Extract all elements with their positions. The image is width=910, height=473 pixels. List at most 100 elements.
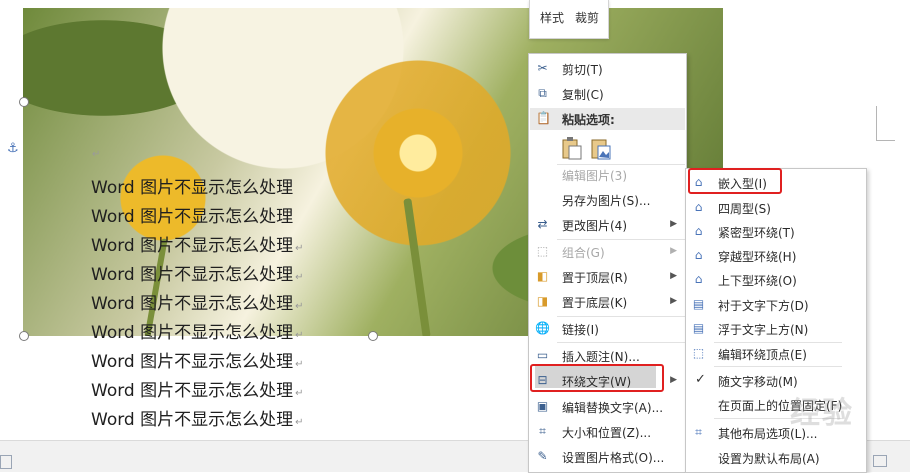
paragraph-mark: ↵ <box>295 417 304 428</box>
menu-item-label: 组合(G) <box>562 246 605 260</box>
menu-item-label: 紧密型环绕(T) <box>718 226 795 240</box>
menu-item-label: 置于底层(K) <box>562 296 628 310</box>
clipboard-icon: 📋 <box>536 111 551 125</box>
menu-item-edit-alt-text[interactable]: ▣ 编辑替换文字(A)... <box>529 395 686 419</box>
text-line: Word 图片不显示怎么处理 <box>91 173 293 198</box>
text-line: Word 图片不显示怎么处理 ↵ <box>91 405 304 430</box>
caption-icon: ▭ <box>536 348 549 362</box>
text-line: Word 图片不显示怎么处理 ↵ <box>91 231 304 256</box>
submenu-item-square[interactable]: ⌂ 四周型(S) <box>686 196 866 220</box>
paragraph-mark: ↵ <box>295 388 304 399</box>
in-front-icon: ▤ <box>692 321 705 335</box>
paste-options-label: 粘贴选项: <box>562 113 615 127</box>
menu-item-send-to-back[interactable]: ◨ 置于底层(K) ▶ <box>529 290 686 314</box>
text-line: Word 图片不显示怎么处理 ↵ <box>91 376 304 401</box>
highlight-box-wrap-text <box>530 364 664 392</box>
menu-item-label: 插入题注(N)... <box>562 350 640 364</box>
resize-handle-bottom-center[interactable] <box>368 331 378 341</box>
line-text: Word 图片不显示怎么处理 <box>91 294 294 314</box>
resize-handle-top-left[interactable] <box>19 97 29 107</box>
bring-front-icon: ◧ <box>536 269 549 283</box>
menu-item-label: 另存为图片(S)... <box>562 194 651 208</box>
text-line: Word 图片不显示怎么处理 ↵ <box>91 318 304 343</box>
highlight-box-inline <box>688 168 782 194</box>
resize-handle-bottom-left[interactable] <box>19 331 29 341</box>
menu-item-copy[interactable]: ⧉ 复制(C) <box>529 82 686 106</box>
menu-item-label: 衬于文字下方(D) <box>718 299 809 313</box>
menu-item-link[interactable]: 🌐 链接(I) <box>529 317 686 341</box>
submenu-arrow-icon: ▶ <box>670 375 677 385</box>
scissors-icon: ✂ <box>537 61 548 75</box>
menu-item-format-picture[interactable]: ✎ 设置图片格式(O)... <box>529 445 686 469</box>
paste-icon <box>562 137 582 160</box>
square-wrap-icon: ⌂ <box>694 200 703 214</box>
alt-text-icon: ▣ <box>536 399 549 413</box>
submenu-arrow-icon: ▶ <box>670 219 677 229</box>
web-layout-icon[interactable] <box>873 455 887 467</box>
line-text: Word 图片不显示怎么处理 <box>91 236 294 256</box>
menu-item-label: 四周型(S) <box>718 202 771 216</box>
menu-item-label: 置于顶层(R) <box>562 271 628 285</box>
change-picture-icon: ⇄ <box>537 217 548 231</box>
menu-item-label: 大小和位置(Z)... <box>562 426 652 440</box>
submenu-item-tight[interactable]: ⌂ 紧密型环绕(T) <box>686 220 866 244</box>
line-text: Word 图片不显示怎么处理 <box>91 381 294 401</box>
submenu-arrow-icon: ▶ <box>670 296 677 306</box>
menu-item-label: 设置图片格式(O)... <box>562 451 665 465</box>
submenu-item-behind-text[interactable]: ▤ 衬于文字下方(D) <box>686 293 866 317</box>
crop-button[interactable]: 裁剪 <box>575 9 599 26</box>
format-picture-icon: ✎ <box>537 449 548 463</box>
text-line: Word 图片不显示怎么处理 <box>91 202 293 227</box>
menu-item-change-picture[interactable]: ⇄ 更改图片(4) ▶ <box>529 213 686 237</box>
text-line: Word 图片不显示怎么处理 ↵ <box>91 260 304 285</box>
line-text: Word 图片不显示怎么处理 <box>91 352 294 372</box>
line-text: Word 图片不显示怎么处理 <box>91 265 294 285</box>
menu-item-cut[interactable]: ✂ 剪切(T) <box>529 57 686 81</box>
submenu-item-edit-wrap-points[interactable]: ⬚ 编辑环绕顶点(E) <box>686 342 866 366</box>
menu-item-label: 穿越型环绕(H) <box>718 250 797 264</box>
submenu-item-set-default[interactable]: 设置为默认布局(A) <box>686 446 866 470</box>
menu-item-label: 链接(I) <box>562 323 599 337</box>
checkmark-icon: ✓ <box>695 372 706 387</box>
menu-item-label: 剪切(T) <box>562 63 603 77</box>
menu-item-label: 上下型环绕(O) <box>718 274 797 288</box>
menu-item-label: 编辑环绕顶点(E) <box>718 348 807 362</box>
menu-item-save-as-picture[interactable]: 另存为图片(S)... <box>529 188 686 212</box>
menu-item-bring-to-front[interactable]: ◧ 置于顶层(R) ▶ <box>529 265 686 289</box>
line-text: Word 图片不显示怎么处理 <box>91 207 294 227</box>
menu-item-label: 更改图片(4) <box>562 219 627 233</box>
submenu-item-in-front[interactable]: ▤ 浮于文字上方(N) <box>686 317 866 341</box>
paragraph-mark: ↵ <box>295 359 304 370</box>
style-button[interactable]: 样式 <box>540 9 564 26</box>
menu-item-label: 设置为默认布局(A) <box>718 452 820 466</box>
menu-item-edit-picture[interactable]: 编辑图片(3) <box>529 163 686 187</box>
image-stem <box>403 198 431 336</box>
tight-wrap-icon: ⌂ <box>694 224 703 238</box>
layout-options-icon: ⌗ <box>695 425 702 439</box>
paste-picture-button[interactable] <box>590 136 612 160</box>
behind-text-icon: ▤ <box>692 297 705 311</box>
paste-keep-format-button[interactable] <box>561 136 583 160</box>
menu-item-label: 随文字移动(M) <box>718 375 798 389</box>
text-line: Word 图片不显示怎么处理 ↵ <box>91 289 304 314</box>
through-wrap-icon: ⌂ <box>694 248 703 262</box>
menu-separator <box>714 366 842 367</box>
paragraph-mark: ↵ <box>295 301 304 312</box>
group-icon: ⬚ <box>536 244 549 258</box>
context-menu: ✂ 剪切(T) ⧉ 复制(C) 📋 粘贴选项: 编辑图片(3) 另存为图片(S)...… <box>528 53 687 473</box>
paragraph-mark: ↵ <box>295 243 304 254</box>
link-icon: 🌐 <box>535 321 550 335</box>
anchor-icon[interactable]: ⚓ <box>7 141 19 156</box>
submenu-item-through[interactable]: ⌂ 穿越型环绕(H) <box>686 244 866 268</box>
line-text: Word 图片不显示怎么处理 <box>91 178 294 198</box>
top-bottom-wrap-icon: ⌂ <box>694 272 703 286</box>
menu-item-size-position[interactable]: ⌗ 大小和位置(Z)... <box>529 420 686 444</box>
margin-corner-mark <box>876 106 895 141</box>
page-view-icon[interactable] <box>0 455 12 469</box>
menu-item-group[interactable]: ⬚ 组合(G) ▶ <box>529 240 686 264</box>
submenu-item-top-bottom[interactable]: ⌂ 上下型环绕(O) <box>686 268 866 292</box>
submenu-arrow-icon: ▶ <box>670 271 677 281</box>
menu-item-label: 编辑替换文字(A)... <box>562 401 664 415</box>
send-back-icon: ◨ <box>536 294 549 308</box>
copy-icon: ⧉ <box>538 86 547 100</box>
